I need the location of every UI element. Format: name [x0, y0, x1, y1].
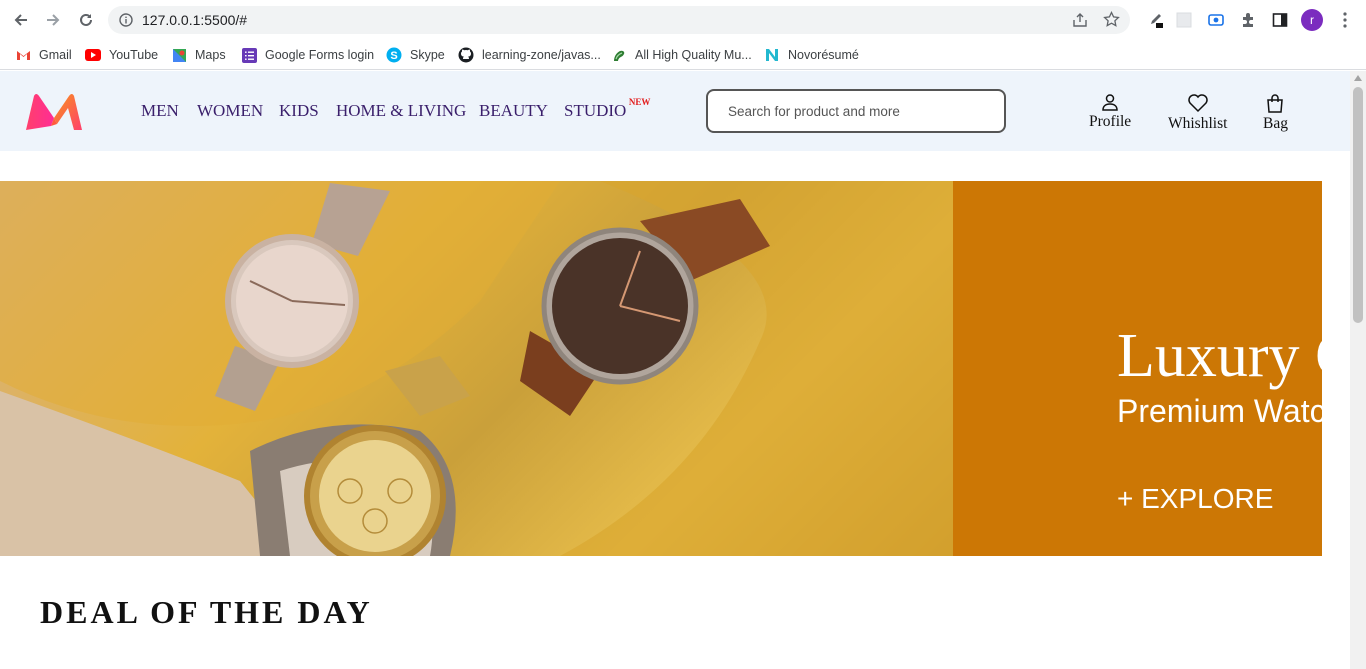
bookmark-label: Skype: [410, 48, 445, 62]
music-icon: [611, 47, 627, 63]
heart-icon: [1187, 94, 1208, 113]
bookmark-label: YouTube: [109, 48, 159, 62]
bookmark-youtube[interactable]: YouTube: [85, 45, 158, 65]
back-button[interactable]: [8, 8, 34, 32]
puzzle-icon: [1243, 13, 1253, 27]
browser-menu-button[interactable]: [1332, 8, 1358, 32]
bookmark-music[interactable]: All High Quality Mu...: [611, 45, 752, 65]
myntra-logo-icon: [26, 94, 82, 130]
url-text: 127.0.0.1:5500/#: [142, 12, 248, 28]
maps-icon: [171, 47, 187, 63]
info-icon[interactable]: [119, 13, 133, 27]
deal-of-the-day-heading: DEAL OF THE DAY: [40, 594, 373, 630]
nav-beauty[interactable]: BEAUTY: [479, 101, 548, 121]
nav-studio-label: STUDIO: [564, 101, 627, 120]
profile-initial: r: [1301, 9, 1323, 31]
bookmark-label: learning-zone/javas...: [482, 48, 601, 62]
hero-banner[interactable]: Luxury C Premium Watc + EXPLORE: [0, 181, 1322, 556]
nav-women[interactable]: WOMEN: [197, 101, 263, 121]
profile-label: Profile: [1089, 113, 1132, 130]
screen-record-button[interactable]: [1203, 8, 1229, 32]
profile-avatar[interactable]: r: [1299, 8, 1325, 32]
reload-button[interactable]: [73, 8, 99, 32]
bookmark-skype[interactable]: S Skype: [386, 45, 445, 65]
bookmark-label: Gmail: [39, 48, 72, 62]
extensions-button[interactable]: [1235, 8, 1261, 32]
address-bar[interactable]: 127.0.0.1:5500/#: [108, 6, 1130, 34]
share-icon[interactable]: [1072, 12, 1088, 28]
profile-icon: [1102, 94, 1118, 111]
explore-link[interactable]: + EXPLORE: [1117, 483, 1273, 515]
wishlist-button[interactable]: Whishlist: [1168, 93, 1227, 133]
bag-button[interactable]: Bag: [1263, 93, 1288, 133]
nav-kids[interactable]: KIDS: [279, 101, 319, 121]
skype-icon: S: [386, 47, 402, 63]
youtube-icon: [85, 47, 101, 63]
browser-toolbar: 127.0.0.1:5500/# r: [0, 0, 1366, 40]
gmail-icon: [15, 47, 31, 63]
profile-button[interactable]: Profile: [1089, 93, 1131, 131]
bookmark-maps[interactable]: Maps: [171, 45, 226, 65]
bookmark-github[interactable]: learning-zone/javas...: [458, 45, 601, 65]
reload-icon: [80, 13, 92, 26]
watches-photo: [0, 181, 953, 556]
wishlist-label: Whishlist: [1168, 115, 1228, 132]
nav-studio[interactable]: STUDIO NEW: [564, 97, 650, 121]
kebab-menu-icon: [1343, 12, 1347, 28]
bookmark-novoresume[interactable]: Novorésumé: [764, 45, 859, 65]
bookmark-label: Maps: [195, 48, 226, 62]
back-arrow-icon: [14, 14, 27, 26]
nav-men[interactable]: MEN: [141, 101, 179, 121]
watches-illustration: [0, 181, 953, 556]
bookmark-star-icon[interactable]: [1103, 11, 1120, 28]
extension-grid-icon: [1176, 12, 1192, 28]
bookmarks-bar: Gmail YouTube Maps Google Forms login S …: [0, 40, 1366, 70]
site-header: MEN WOMEN KIDS HOME & LIVING BEAUTY STUD…: [0, 71, 1350, 151]
page-scrollbar[interactable]: [1350, 71, 1366, 669]
forward-arrow-icon: [47, 14, 60, 26]
nav-home-living[interactable]: HOME & LIVING: [336, 101, 466, 121]
forward-button[interactable]: [40, 8, 66, 32]
bookmark-label: All High Quality Mu...: [635, 48, 752, 62]
bag-icon: [1267, 94, 1284, 113]
banner-text-panel: Luxury C Premium Watc + EXPLORE: [953, 181, 1322, 556]
side-panel-button[interactable]: [1267, 8, 1293, 32]
record-icon: [1208, 14, 1224, 26]
site-logo[interactable]: [24, 92, 84, 137]
banner-title: Luxury C: [1117, 322, 1322, 390]
forms-icon: [241, 47, 257, 63]
svg-text:S: S: [390, 50, 397, 62]
new-badge: NEW: [628, 97, 651, 107]
github-icon: [458, 47, 474, 63]
bag-label: Bag: [1263, 115, 1288, 132]
search-box: [706, 89, 1006, 133]
bookmark-label: Novorésumé: [788, 48, 859, 62]
extension-button[interactable]: [1171, 8, 1197, 32]
search-input[interactable]: [708, 103, 1004, 119]
scrollbar-thumb[interactable]: [1353, 87, 1363, 323]
eyedropper-icon: [1151, 14, 1163, 28]
banner-subtitle: Premium Watc: [1117, 393, 1322, 429]
side-panel-icon: [1272, 13, 1288, 27]
bookmark-label: Google Forms login: [265, 48, 375, 62]
bookmark-gmail[interactable]: Gmail: [15, 45, 72, 65]
bookmark-google-forms[interactable]: Google Forms login: [241, 45, 374, 65]
novoresume-icon: [764, 47, 780, 63]
eyedropper-extension-button[interactable]: [1142, 8, 1168, 32]
scroll-up-arrow-icon[interactable]: [1354, 75, 1362, 81]
page-viewport: MEN WOMEN KIDS HOME & LIVING BEAUTY STUD…: [0, 71, 1366, 669]
